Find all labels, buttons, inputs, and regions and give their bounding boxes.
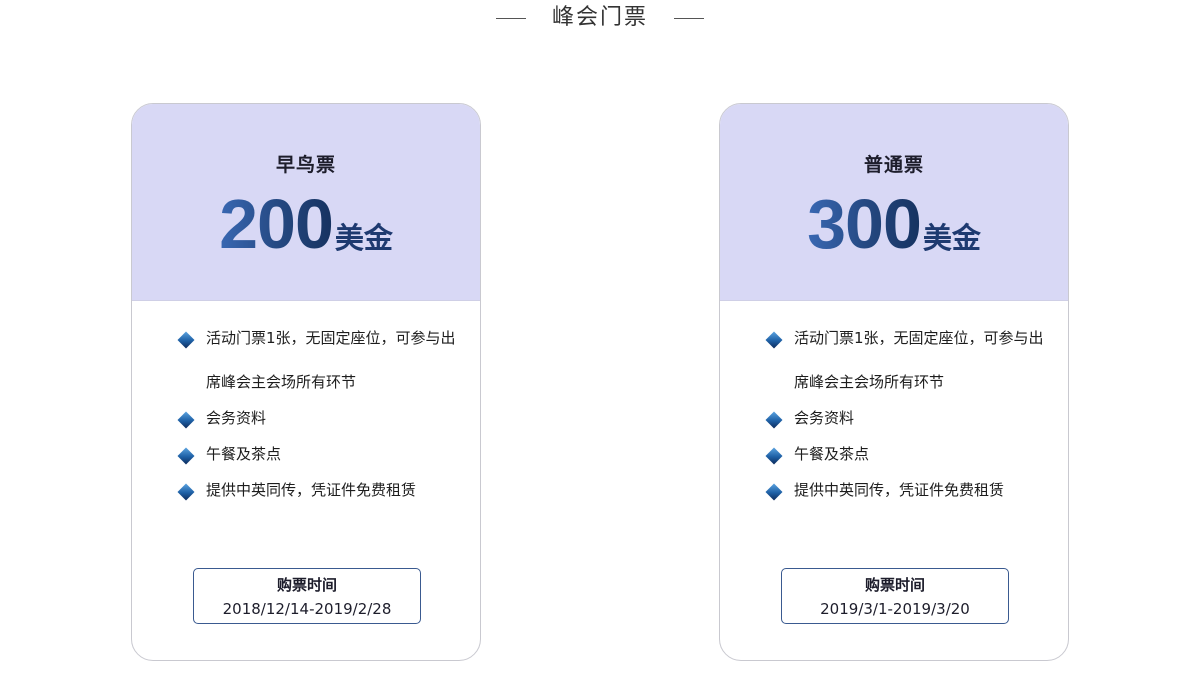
section-header: 峰会门票	[0, 0, 1200, 36]
ticket-feature-list: 活动门票1张，无固定座位，可参与出席峰会主会场所有环节 会务资料 午餐及茶点 提…	[764, 324, 1054, 512]
ticket-name: 早鸟票	[275, 154, 336, 176]
diamond-bullet-icon	[765, 483, 783, 501]
purchase-time-label: 购票时间	[864, 576, 925, 594]
ticket-price-unit: 美金	[922, 221, 981, 255]
diamond-bullet-icon	[177, 447, 195, 465]
ticket-price: 300 美金	[720, 184, 1068, 264]
list-item: 活动门票1张，无固定座位，可参与出席峰会主会场所有环节	[176, 324, 466, 404]
diamond-bullet-icon	[177, 331, 195, 349]
purchase-time-range: 2018/12/14-2019/2/28	[222, 600, 392, 618]
purchase-time-range: 2019/3/1-2019/3/20	[820, 600, 970, 618]
ticket-price: 200 美金	[132, 184, 480, 264]
feature-text: 提供中英同传，凭证件免费租赁	[794, 481, 1005, 499]
list-item: 提供中英同传，凭证件免费租赁	[176, 476, 466, 512]
diamond-bullet-icon	[765, 331, 783, 349]
section-title: 峰会门票	[551, 5, 648, 30]
diamond-bullet-icon	[177, 411, 195, 429]
feature-text: 活动门票1张，无固定座位，可参与出席峰会主会场所有环节	[206, 329, 456, 391]
feature-text: 活动门票1张，无固定座位，可参与出席峰会主会场所有环节	[794, 329, 1044, 391]
purchase-time-box: 购票时间 2018/12/14-2019/2/28	[193, 568, 421, 624]
feature-text: 提供中英同传，凭证件免费租赁	[206, 481, 417, 499]
ticket-card-regular: 普通票 300 美金 活动门票1张，无固定座位，可参与出席峰会主会场所有环节 会…	[719, 103, 1069, 661]
header-divider-left	[495, 17, 526, 19]
diamond-bullet-icon	[177, 483, 195, 501]
ticket-price-unit: 美金	[334, 221, 393, 255]
ticket-card-header: 普通票 300 美金	[720, 104, 1068, 301]
ticket-feature-list: 活动门票1张，无固定座位，可参与出席峰会主会场所有环节 会务资料 午餐及茶点 提…	[176, 324, 466, 512]
purchase-time-label: 购票时间	[276, 576, 337, 594]
ticket-card-early-bird: 早鸟票 200 美金 活动门票1张，无固定座位，可参与出席峰会主会场所有环节 会…	[131, 103, 481, 661]
purchase-time-box: 购票时间 2019/3/1-2019/3/20	[781, 568, 1009, 624]
ticket-price-value: 200	[219, 185, 334, 263]
list-item: 提供中英同传，凭证件免费租赁	[764, 476, 1054, 512]
list-item: 活动门票1张，无固定座位，可参与出席峰会主会场所有环节	[764, 324, 1054, 404]
header-divider-right	[674, 17, 704, 19]
ticket-card-header: 早鸟票 200 美金	[132, 104, 480, 301]
ticket-name: 普通票	[863, 154, 924, 176]
ticket-price-value: 300	[807, 185, 922, 263]
diamond-bullet-icon	[765, 411, 783, 429]
diamond-bullet-icon	[765, 447, 783, 465]
